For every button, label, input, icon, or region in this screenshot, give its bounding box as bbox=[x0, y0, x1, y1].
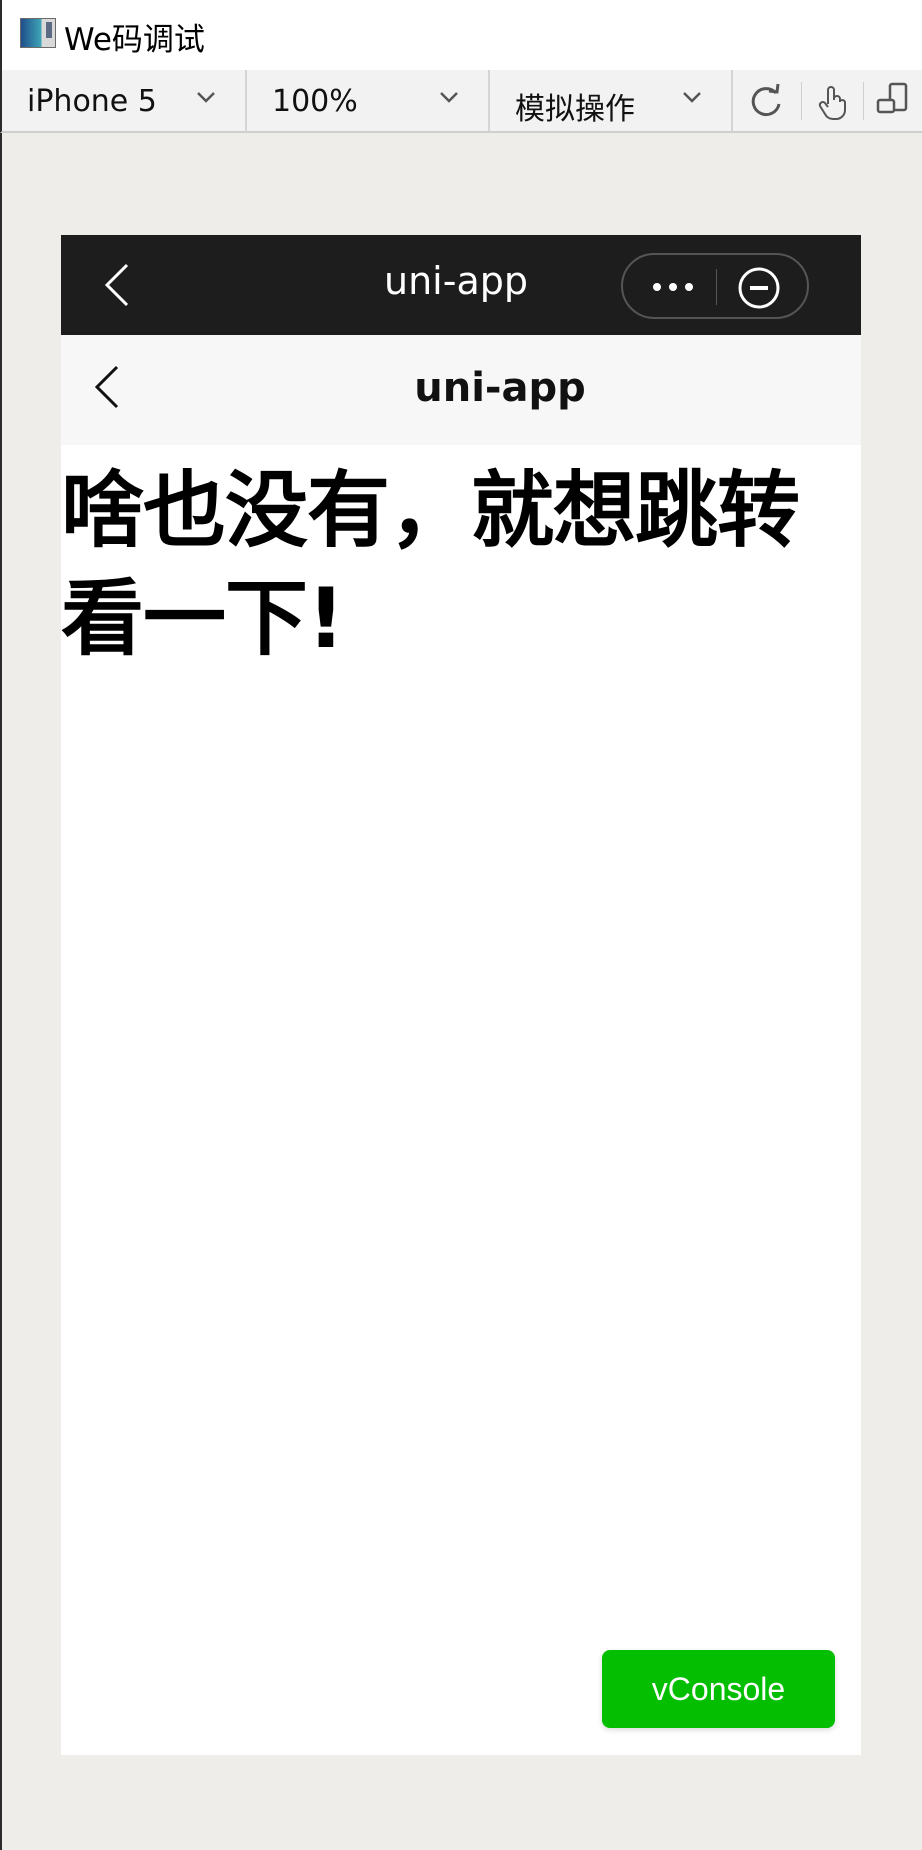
toolbar: iPhone 5 100% 模拟操作 bbox=[0, 70, 922, 133]
mode-select[interactable]: 模拟操作 bbox=[490, 70, 733, 131]
close-circle-icon[interactable] bbox=[737, 266, 781, 310]
toolbar-separator bbox=[863, 82, 864, 120]
touch-icon[interactable] bbox=[811, 80, 853, 122]
mode-select-label: 模拟操作 bbox=[515, 92, 635, 127]
page-headline: 啥也没有，就想跳转看一下! bbox=[61, 462, 800, 667]
chevron-down-icon bbox=[440, 92, 458, 103]
page-title: uni-app bbox=[414, 365, 586, 411]
refresh-icon[interactable] bbox=[745, 80, 787, 122]
phone-simulator: uni-app uni-app 啥也没有，就想跳转看一下! vConsole bbox=[61, 235, 861, 1755]
device-rotate-icon[interactable] bbox=[874, 80, 916, 122]
chevron-down-icon bbox=[683, 92, 701, 103]
miniprogram-capsule bbox=[621, 253, 809, 319]
toolbar-separator bbox=[801, 82, 802, 120]
device-select-label: iPhone 5 bbox=[27, 84, 157, 119]
capsule-divider bbox=[716, 269, 717, 305]
app-icon bbox=[20, 18, 56, 48]
window-left-border bbox=[0, 133, 2, 1850]
chevron-down-icon bbox=[197, 92, 215, 103]
window-titlebar: We码调试 bbox=[0, 0, 922, 70]
more-icon[interactable] bbox=[649, 273, 697, 301]
window-title: We码调试 bbox=[64, 22, 205, 58]
zoom-select-label: 100% bbox=[272, 84, 358, 119]
zoom-select[interactable]: 100% bbox=[247, 70, 490, 131]
vconsole-button[interactable]: vConsole bbox=[602, 1650, 835, 1728]
device-select[interactable]: iPhone 5 bbox=[2, 70, 247, 131]
wechat-navbar: uni-app bbox=[61, 235, 861, 335]
page-navbar: uni-app bbox=[61, 335, 861, 445]
